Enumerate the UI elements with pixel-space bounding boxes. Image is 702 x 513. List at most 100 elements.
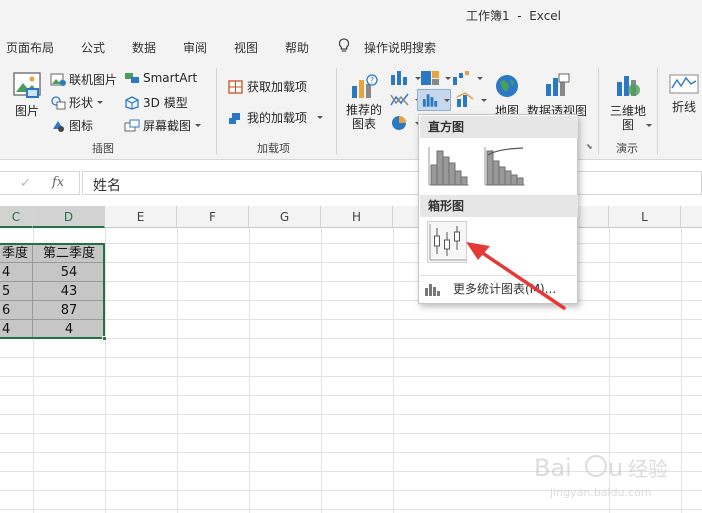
pivot-chart-icon — [546, 73, 570, 96]
my-addins-button[interactable]: 我的加载项 — [228, 109, 324, 126]
screenshot-icon — [124, 119, 140, 131]
column-header-m[interactable] — [681, 206, 702, 228]
gridline — [0, 433, 702, 434]
cell-c3[interactable]: 5 — [0, 282, 33, 301]
picture-button[interactable]: 图片 — [10, 70, 44, 119]
get-addins-label: 获取加载项 — [247, 80, 308, 94]
cell-d4[interactable]: 87 — [33, 301, 105, 320]
3d-models-button[interactable]: 3D 模型 — [124, 94, 188, 111]
cell-d3[interactable]: 43 — [33, 282, 105, 301]
my-addins-label: 我的加载项 — [247, 111, 308, 125]
screenshot-label: 屏幕截图 — [143, 119, 192, 133]
gridline — [0, 357, 702, 358]
tab-review[interactable]: 审阅 — [183, 39, 207, 56]
get-addins-button[interactable]: 获取加载项 — [228, 78, 307, 95]
shapes-button[interactable]: 形状 — [50, 94, 104, 111]
waterfall-chart-button[interactable] — [451, 69, 483, 87]
lightbulb-icon[interactable] — [338, 38, 350, 56]
column-header-f[interactable]: F — [177, 206, 249, 228]
group-label-addins: 加载项 — [257, 142, 290, 155]
histogram-option[interactable] — [427, 145, 469, 190]
pivot-chart-button[interactable]: 数据透视图 — [526, 72, 588, 119]
sparkline-line-icon — [669, 74, 699, 94]
cell-d1[interactable]: 第二季度 — [33, 244, 105, 263]
dialog-launcher-icon[interactable]: ⬊ — [586, 142, 593, 151]
chevron-down-icon — [477, 76, 483, 80]
column-chart-button[interactable] — [389, 69, 421, 87]
svg-text:u: u — [608, 454, 623, 482]
gridline — [0, 395, 702, 396]
recommended-charts-button[interactable]: ? — [344, 72, 384, 104]
formula-controls: ✓ fx — [0, 171, 80, 195]
addins-icon — [229, 112, 240, 124]
gridline — [0, 281, 702, 282]
icons-button[interactable]: 图标 — [50, 117, 93, 134]
group-divider — [598, 68, 599, 154]
histogram-icon — [422, 94, 438, 107]
column-header-c[interactable]: C — [0, 206, 33, 228]
formula-input[interactable]: 姓名 — [82, 171, 702, 195]
gridline — [0, 319, 702, 320]
gridline — [0, 262, 702, 263]
smartart-button[interactable]: SmartArt — [124, 71, 197, 85]
chevron-down-icon — [97, 101, 104, 104]
gridline — [0, 414, 702, 415]
column-header-h[interactable]: H — [321, 206, 393, 228]
histogram-icon — [428, 147, 469, 186]
pie-chart-button[interactable] — [389, 114, 421, 132]
tab-view[interactable]: 视图 — [234, 39, 258, 56]
waterfall-chart-icon — [453, 71, 469, 85]
pareto-option[interactable] — [483, 145, 525, 190]
picture-label: 图片 — [14, 104, 39, 118]
store-icon — [228, 79, 243, 94]
online-picture-button[interactable]: 联机图片 — [50, 71, 117, 88]
statistic-chart-button[interactable] — [417, 89, 451, 111]
chevron-down-icon — [195, 124, 202, 127]
cell-c5[interactable]: 4 — [0, 320, 33, 339]
screenshot-button[interactable]: 屏幕截图 — [124, 117, 202, 134]
hierarchy-chart-button[interactable] — [419, 69, 451, 87]
tab-formulas[interactable]: 公式 — [81, 39, 105, 56]
svg-text:经验: 经验 — [628, 457, 668, 481]
cell-c1[interactable]: 季度 — [0, 244, 33, 263]
cell-d5[interactable]: 4 — [33, 320, 105, 339]
fill-handle[interactable] — [102, 336, 107, 341]
section-header-histogram: 直方图 — [420, 116, 578, 138]
cell-d2[interactable]: 54 — [33, 263, 105, 282]
gridline — [0, 376, 702, 377]
insert-function-icon[interactable]: fx — [52, 175, 64, 190]
column-header-e[interactable]: E — [105, 206, 177, 228]
picture-icon — [13, 72, 41, 98]
tell-me-search[interactable]: 操作说明搜索 — [364, 39, 436, 56]
combo-chart-button[interactable] — [455, 91, 487, 109]
baidu-watermark-icon: Bai u 经验 jingyan.baidu.com — [534, 454, 668, 499]
recommended-charts-label: 推荐的 图表 — [344, 103, 384, 131]
cell-c4[interactable]: 6 — [0, 301, 33, 320]
recommended-charts-text: 推荐的 图表 — [345, 103, 382, 131]
3d-map-button[interactable] — [606, 72, 650, 102]
column-header-d[interactable]: D — [33, 206, 105, 228]
maps-button[interactable]: 地图 — [490, 72, 524, 119]
section-header-box-whisker: 箱形图 — [420, 195, 578, 217]
svg-text:?: ? — [370, 76, 374, 85]
icons-icon — [53, 120, 64, 132]
group-divider — [657, 68, 658, 154]
tab-help[interactable]: 帮助 — [285, 39, 309, 56]
more-charts-icon — [425, 283, 440, 296]
hierarchy-chart-icon — [421, 71, 439, 85]
sparkline-line-button[interactable]: 折线 — [666, 72, 702, 115]
window-title: 工作簿1 - Excel — [466, 9, 562, 23]
tab-data[interactable]: 数据 — [132, 39, 156, 56]
svg-text:jingyan.baidu.com: jingyan.baidu.com — [549, 486, 652, 499]
group-label-tours: 演示 — [616, 142, 638, 155]
ribbon-tabs: 页面布局 公式 数据 审阅 视图 帮助 操作说明搜索 — [0, 30, 702, 62]
tab-page-layout[interactable]: 页面布局 — [6, 39, 54, 56]
column-header-g[interactable]: G — [249, 206, 321, 228]
chevron-down-icon — [481, 98, 487, 102]
shapes-label: 形状 — [69, 96, 94, 110]
online-picture-label: 联机图片 — [69, 73, 118, 87]
cell-c2[interactable]: 4 — [0, 263, 33, 282]
column-header-l[interactable]: L — [609, 206, 681, 228]
group-label-illustrations: 插图 — [92, 142, 114, 155]
enter-icon[interactable]: ✓ — [20, 176, 31, 191]
